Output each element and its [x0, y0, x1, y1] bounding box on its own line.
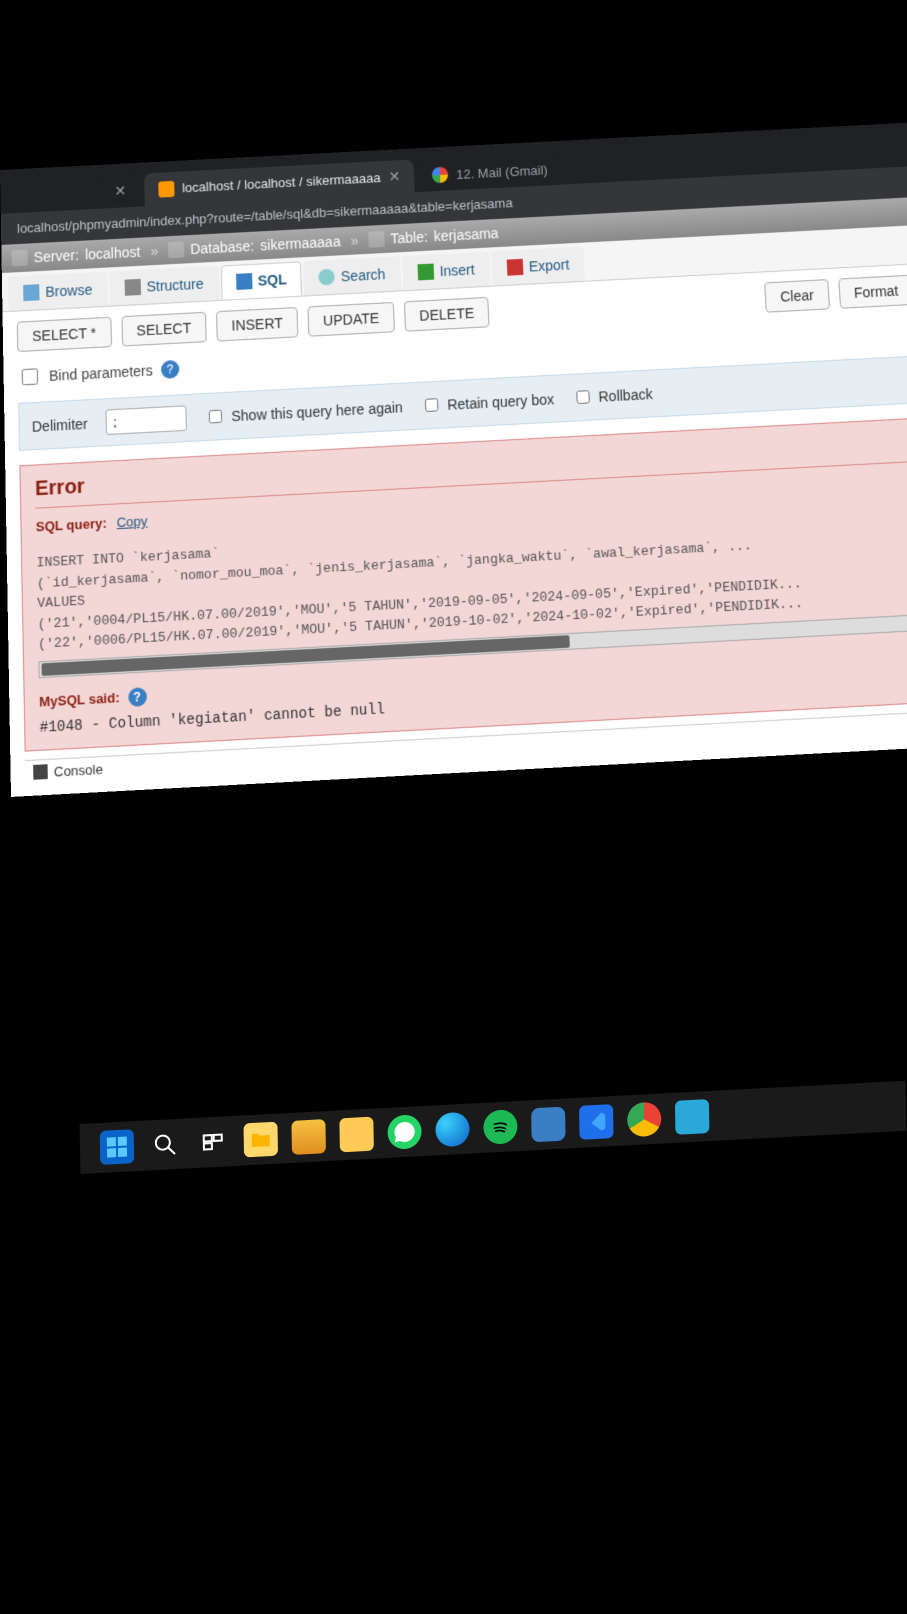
delimiter-input[interactable] [106, 405, 188, 435]
taskbar-app-icon[interactable] [531, 1107, 566, 1143]
export-icon [506, 259, 523, 276]
taskbar-app-icon[interactable] [675, 1099, 710, 1135]
rollback-option[interactable]: Rollback [572, 384, 653, 408]
chrome-icon[interactable] [627, 1102, 662, 1138]
sql-icon [235, 273, 252, 290]
favicon-icon [432, 167, 449, 184]
crumb-server[interactable]: Server: localhost [11, 244, 140, 267]
crumb-database[interactable]: Database: sikermaaaaa [168, 233, 341, 258]
insert-icon [417, 264, 434, 281]
browse-icon [23, 284, 39, 301]
doc-icon[interactable]: ? [128, 687, 147, 707]
breadcrumb-separator: » [150, 243, 158, 259]
tab-search[interactable]: Search [303, 256, 401, 295]
sql-query-label: SQL query: [36, 515, 107, 534]
tab-export[interactable]: Export [491, 247, 585, 286]
delimiter-label: Delimiter [32, 415, 88, 434]
close-icon[interactable]: ✕ [388, 168, 400, 186]
screen-content: ✕ localhost / localhost / sikermaaaaa ✕ … [0, 122, 907, 796]
select-star-button[interactable]: SELECT * [17, 317, 112, 352]
rollback-checkbox[interactable] [576, 390, 590, 404]
tab-insert[interactable]: Insert [402, 252, 491, 291]
windows-taskbar [80, 1081, 907, 1174]
taskbar-app-icon[interactable] [291, 1119, 326, 1155]
structure-icon [124, 279, 140, 296]
crumb-table[interactable]: Table: kerjasama [368, 225, 499, 248]
edge-icon[interactable] [435, 1112, 470, 1148]
vscode-icon[interactable] [579, 1104, 614, 1140]
copy-link[interactable]: Copy [116, 513, 147, 530]
retain-box-checkbox[interactable] [425, 398, 439, 412]
show-again-checkbox[interactable] [209, 410, 223, 424]
file-explorer-icon[interactable] [243, 1122, 278, 1158]
breadcrumb-separator: » [350, 232, 358, 248]
spotify-icon[interactable] [483, 1109, 518, 1145]
format-button[interactable]: Format [838, 275, 907, 309]
browser-tab-prev[interactable]: ✕ [100, 174, 140, 209]
taskbar-folder-icon[interactable] [339, 1117, 374, 1153]
update-button[interactable]: UPDATE [308, 302, 395, 337]
bind-parameters-label: Bind parameters [49, 362, 153, 384]
clear-button[interactable]: Clear [764, 279, 829, 313]
insert-button[interactable]: INSERT [216, 307, 299, 342]
retain-box-option[interactable]: Retain query box [421, 389, 555, 415]
whatsapp-icon[interactable] [387, 1114, 422, 1150]
error-box: Error SQL query: Copy INSERT INTO `kerja… [19, 418, 907, 752]
tab-title: 12. Mail (Gmail) [456, 162, 548, 182]
tab-browse[interactable]: Browse [8, 272, 108, 311]
tab-title: localhost / localhost / sikermaaaaa [182, 170, 381, 195]
tab-sql[interactable]: SQL [220, 261, 302, 299]
task-view-icon[interactable] [196, 1124, 231, 1160]
show-again-option[interactable]: Show this query here again [205, 397, 403, 427]
console-label: Console [54, 761, 103, 780]
error-text: Column 'kegiatan' cannot be null [109, 701, 386, 733]
bind-parameters-checkbox[interactable] [22, 368, 38, 385]
phpmyadmin-favicon-icon [158, 180, 174, 197]
search-icon[interactable] [148, 1127, 183, 1163]
help-icon[interactable]: ? [161, 360, 180, 379]
delete-button[interactable]: DELETE [404, 297, 490, 332]
error-code: #1048 [39, 717, 83, 736]
search-icon [319, 269, 336, 286]
console-icon [33, 764, 48, 780]
close-icon[interactable]: ✕ [114, 182, 126, 200]
mysql-said-label: MySQL said: [39, 690, 120, 710]
table-icon [368, 231, 385, 248]
main-panel: SELECT * SELECT INSERT UPDATE DELETE Cle… [2, 264, 907, 797]
select-button[interactable]: SELECT [121, 312, 207, 347]
server-icon [11, 250, 27, 267]
database-icon [168, 241, 184, 258]
tab-structure[interactable]: Structure [109, 266, 219, 306]
start-button[interactable] [100, 1129, 135, 1165]
